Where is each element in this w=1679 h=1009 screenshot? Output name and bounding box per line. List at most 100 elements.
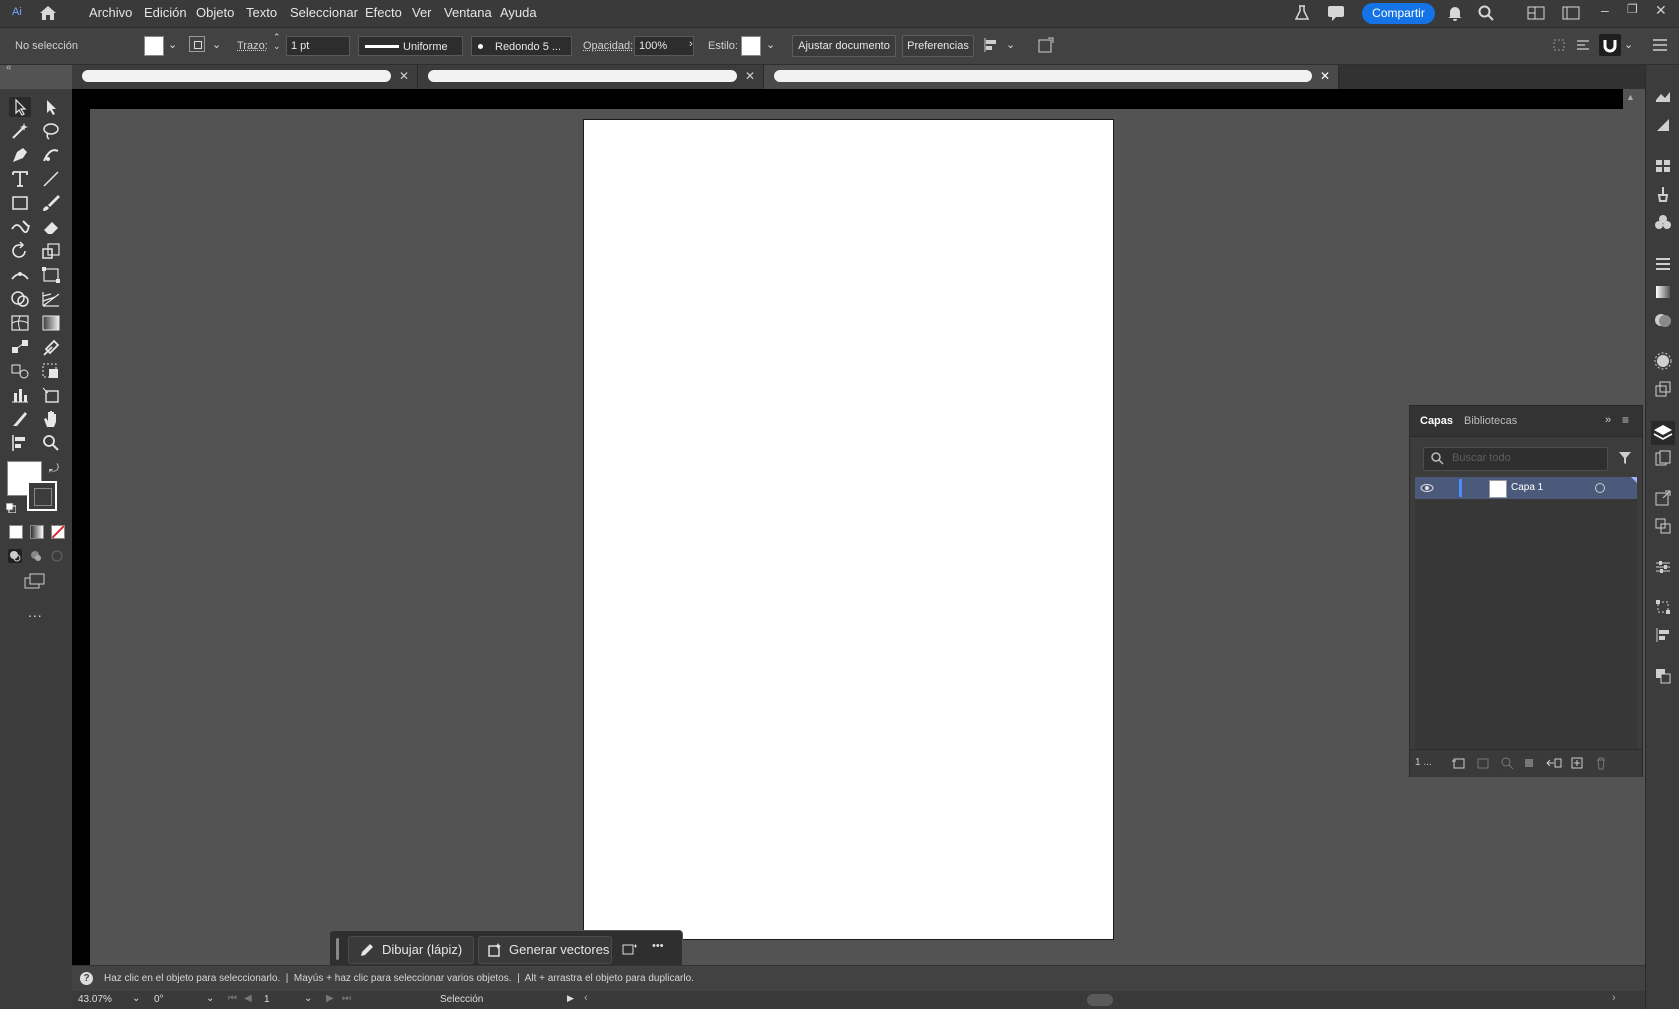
preferences-button[interactable]: Preferencias bbox=[902, 35, 974, 57]
gradient-panel-icon[interactable] bbox=[1654, 283, 1672, 301]
selection-tool-icon[interactable] bbox=[9, 97, 31, 117]
new-sublayer-icon[interactable] bbox=[1546, 756, 1562, 773]
collapse-tools-icon[interactable]: « bbox=[6, 62, 12, 73]
help-icon[interactable]: ? bbox=[80, 972, 93, 985]
eyedropper-tool-icon[interactable] bbox=[40, 337, 62, 357]
more-options-icon[interactable]: ••• bbox=[652, 940, 664, 952]
panel-menu-icon[interactable] bbox=[1652, 37, 1668, 56]
stroke-stepper-icon[interactable]: ⌃ ⌄ bbox=[273, 33, 281, 51]
align-icon[interactable] bbox=[984, 37, 1002, 56]
stroke-profile-select[interactable]: Uniforme bbox=[358, 36, 463, 56]
zoom-level[interactable]: 43.07% bbox=[78, 994, 112, 1005]
menu-ver[interactable]: Ver bbox=[412, 5, 432, 20]
chevron-down-icon[interactable]: ⌄ bbox=[206, 993, 214, 1004]
type-tool-icon[interactable] bbox=[9, 169, 31, 189]
menu-edicion[interactable]: Edición bbox=[144, 5, 187, 20]
default-colors-icon[interactable] bbox=[5, 502, 17, 514]
transparency-icon[interactable] bbox=[1654, 311, 1672, 329]
gradient-mode-icon[interactable] bbox=[30, 525, 44, 539]
properties-sliders-icon[interactable] bbox=[1654, 558, 1672, 576]
scroll-left-icon[interactable]: ‹ bbox=[584, 992, 588, 1004]
color-mode-icon[interactable] bbox=[9, 525, 23, 539]
eraser-tool-icon[interactable] bbox=[40, 217, 62, 237]
last-artboard-icon[interactable]: ⏭ bbox=[342, 993, 351, 1004]
menu-efecto[interactable]: Efecto bbox=[365, 5, 402, 20]
stroke-weight-input[interactable]: 1 pt bbox=[286, 36, 350, 56]
none-mode-icon[interactable] bbox=[51, 525, 65, 539]
layers-icon[interactable] bbox=[1651, 421, 1675, 445]
export-icon[interactable] bbox=[1654, 489, 1672, 507]
menu-ayuda[interactable]: Ayuda bbox=[500, 5, 537, 20]
chevron-down-icon[interactable]: ⌄ bbox=[1006, 38, 1015, 51]
chevron-down-icon[interactable]: ⌄ bbox=[168, 38, 177, 51]
draw-normal-icon[interactable] bbox=[8, 549, 22, 563]
scroll-right-icon[interactable]: › bbox=[1612, 992, 1616, 1004]
transform-panel-icon[interactable] bbox=[1654, 598, 1672, 616]
color-guide-icon[interactable] bbox=[1654, 116, 1672, 134]
line-tool-icon[interactable] bbox=[40, 169, 62, 189]
swatches-icon[interactable] bbox=[1654, 157, 1672, 175]
target-icon[interactable] bbox=[1595, 483, 1605, 493]
symbol-sprayer-tool-icon[interactable] bbox=[9, 361, 31, 381]
pen-tool-icon[interactable] bbox=[9, 145, 31, 165]
layer-row[interactable]: Capa 1 bbox=[1415, 477, 1637, 499]
appearance-icon[interactable] bbox=[1654, 352, 1672, 370]
collect-export-icon[interactable] bbox=[1452, 756, 1466, 773]
graphic-style-swatch[interactable] bbox=[741, 36, 761, 56]
document-tab[interactable]: ✕ bbox=[418, 65, 764, 89]
close-icon[interactable]: ✕ bbox=[1320, 69, 1330, 83]
first-artboard-icon[interactable]: ⏮ bbox=[228, 993, 237, 1004]
transform-icon[interactable] bbox=[1551, 37, 1567, 56]
width-tool-icon[interactable] bbox=[9, 265, 31, 285]
close-icon[interactable]: ✕ bbox=[745, 69, 755, 83]
graph-tool-icon[interactable] bbox=[9, 385, 31, 405]
minimize-icon[interactable]: – bbox=[1601, 2, 1609, 18]
scroll-up-icon[interactable]: ▲ bbox=[1626, 92, 1635, 102]
align-panel-icon[interactable] bbox=[1654, 626, 1672, 644]
artboard-options-icon[interactable] bbox=[622, 942, 638, 959]
opacity-input[interactable]: 100% bbox=[634, 36, 694, 56]
links-icon[interactable] bbox=[1654, 517, 1672, 535]
screen-mode-icon[interactable] bbox=[24, 573, 46, 592]
rectangle-tool-icon[interactable] bbox=[9, 193, 31, 213]
zoom-tool-icon[interactable] bbox=[40, 433, 62, 453]
search-icon[interactable] bbox=[1477, 4, 1495, 25]
edit-toolbar-icon[interactable]: ... bbox=[28, 604, 43, 620]
draw-pencil-button[interactable]: Dibujar (lápiz) bbox=[348, 936, 474, 964]
locate-object-icon[interactable] bbox=[1476, 756, 1490, 773]
artboards-panel-icon[interactable] bbox=[1654, 450, 1672, 468]
drag-handle[interactable] bbox=[336, 938, 339, 960]
perspective-grid-tool-icon[interactable] bbox=[40, 289, 62, 309]
clipping-mask-icon[interactable] bbox=[1522, 756, 1536, 773]
search-input[interactable]: Buscar todo bbox=[1423, 447, 1608, 471]
menu-archivo[interactable]: Archivo bbox=[89, 5, 132, 20]
rotate-tool-icon[interactable] bbox=[9, 241, 31, 261]
horizontal-scrollbar-thumb[interactable] bbox=[1087, 994, 1113, 1006]
mesh-tool-icon[interactable] bbox=[9, 313, 31, 333]
chevron-down-icon[interactable]: ⌄ bbox=[766, 38, 775, 51]
close-window-icon[interactable]: ✕ bbox=[1655, 2, 1667, 19]
free-transform-tool-icon[interactable] bbox=[40, 265, 62, 285]
shaper-tool-icon[interactable] bbox=[9, 217, 31, 237]
status-menu-icon[interactable]: ▶ bbox=[567, 993, 574, 1004]
rotation-value[interactable]: 0° bbox=[154, 994, 164, 1005]
chevron-down-icon[interactable]: ⌄ bbox=[212, 38, 221, 51]
opacity-label[interactable]: Opacidad: bbox=[583, 40, 633, 52]
current-tool-name[interactable]: Selección bbox=[440, 994, 483, 1005]
stroke-color-swatch[interactable] bbox=[27, 481, 57, 511]
notifications-icon[interactable] bbox=[1446, 4, 1464, 25]
hand-tool-icon[interactable] bbox=[40, 409, 62, 429]
new-layer-icon[interactable] bbox=[1570, 756, 1584, 773]
next-artboard-icon[interactable]: ▶ bbox=[326, 993, 334, 1004]
tab-libraries[interactable]: Bibliotecas bbox=[1464, 415, 1517, 427]
document-tab[interactable]: ✕ bbox=[72, 65, 418, 89]
brush-select[interactable]: Redondo 5 ... bbox=[471, 36, 572, 56]
menu-ventana[interactable]: Ventana bbox=[444, 5, 492, 20]
scale-tool-icon[interactable] bbox=[40, 241, 62, 261]
close-icon[interactable]: ✕ bbox=[399, 69, 409, 83]
chevron-down-icon[interactable]: ⌄ bbox=[304, 993, 312, 1004]
blend-tool-icon[interactable] bbox=[9, 337, 31, 357]
direct-selection-tool-icon[interactable] bbox=[40, 97, 62, 117]
generate-vectors-button[interactable]: Generar vectores bbox=[478, 936, 612, 964]
restore-icon[interactable]: ❐ bbox=[1627, 2, 1638, 16]
